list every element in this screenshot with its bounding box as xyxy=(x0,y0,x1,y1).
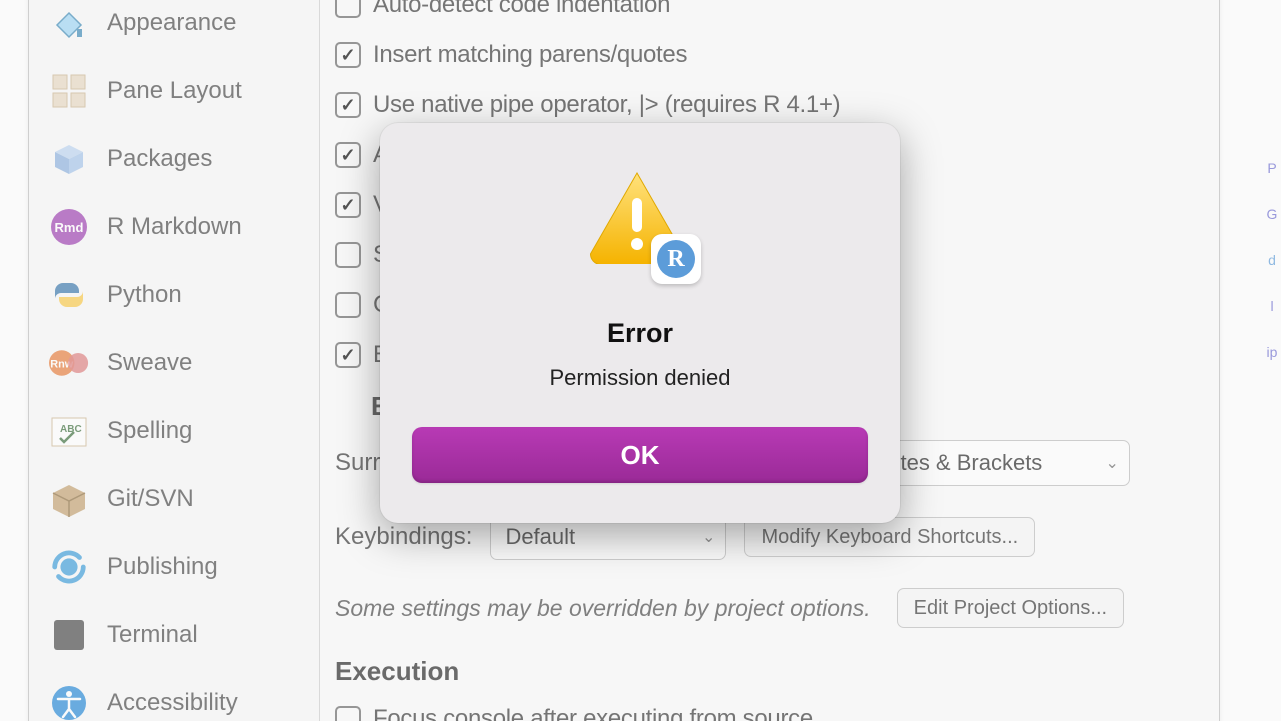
sidebar-item-terminal[interactable]: Terminal xyxy=(29,601,319,669)
sidebar-item-pane-layout[interactable]: Pane Layout xyxy=(29,57,319,125)
checkbox-label: Insert matching parens/quotes xyxy=(373,41,687,69)
pane-layout-icon xyxy=(49,71,89,111)
select-value: Default xyxy=(505,524,575,550)
edit-project-options-button[interactable]: Edit Project Options... xyxy=(897,588,1124,628)
dialog-title: Error xyxy=(607,318,673,349)
rmd-badge-icon: Rmd xyxy=(49,207,89,247)
sidebar-label: Git/SVN xyxy=(107,485,194,513)
options-sidebar: Appearance Pane Layout Packages xyxy=(29,0,320,721)
python-logo-icon xyxy=(49,275,89,315)
git-box-icon xyxy=(49,479,89,519)
error-dialog: R Error Permission denied OK xyxy=(380,123,900,523)
checkbox-row-autodetect-indent[interactable]: Auto-detect code indentation xyxy=(335,0,1204,19)
checkbox-row-focus-console[interactable]: Focus console after executing from sourc… xyxy=(335,705,1204,721)
checkbox-label: Use native pipe operator, |> (requires R… xyxy=(373,91,840,119)
checkbox-icon[interactable] xyxy=(335,706,361,721)
sidebar-label: Pane Layout xyxy=(107,77,242,105)
checkbox-label: Focus console after executing from sourc… xyxy=(373,705,813,721)
override-note: Some settings may be overridden by proje… xyxy=(335,595,871,622)
sidebar-item-python[interactable]: Python xyxy=(29,261,319,329)
publish-sync-icon xyxy=(49,547,89,587)
checkbox-row-insert-matching[interactable]: Insert matching parens/quotes xyxy=(335,41,1204,69)
rstudio-badge-icon: R xyxy=(651,234,701,284)
form-row-override-note: Some settings may be overridden by proje… xyxy=(335,588,1204,628)
button-label: Modify Keyboard Shortcuts... xyxy=(761,526,1018,549)
checkbox-icon[interactable] xyxy=(335,342,361,368)
sidebar-item-accessibility[interactable]: Accessibility xyxy=(29,669,319,721)
chevron-down-icon: ⌄ xyxy=(1105,453,1118,473)
checkbox-icon[interactable] xyxy=(335,292,361,318)
svg-text:Rmd: Rmd xyxy=(55,220,84,235)
sweave-badge-icon: Rnw xyxy=(49,343,89,383)
accessibility-man-icon xyxy=(49,683,89,721)
warning-icon: R xyxy=(585,168,695,278)
sidebar-label: Terminal xyxy=(107,621,198,649)
abc-check-icon: ABC xyxy=(49,411,89,451)
sidebar-item-appearance[interactable]: Appearance xyxy=(29,0,319,57)
sidebar-label: Packages xyxy=(107,145,212,173)
ok-button[interactable]: OK xyxy=(412,427,868,483)
svg-text:ABC: ABC xyxy=(60,424,82,435)
sidebar-label: Python xyxy=(107,281,182,309)
checkbox-row-native-pipe[interactable]: Use native pipe operator, |> (requires R… xyxy=(335,91,1204,119)
sidebar-item-publishing[interactable]: Publishing xyxy=(29,533,319,601)
package-cube-icon xyxy=(49,139,89,179)
checkbox-icon[interactable] xyxy=(335,242,361,268)
sidebar-item-spelling[interactable]: ABC Spelling xyxy=(29,397,319,465)
right-gutter: PGdlip xyxy=(1263,0,1281,721)
sidebar-item-rmarkdown[interactable]: Rmd R Markdown xyxy=(29,193,319,261)
keybindings-label: Keybindings: xyxy=(335,523,472,551)
checkbox-label: Auto-detect code indentation xyxy=(373,0,670,19)
sidebar-label: Sweave xyxy=(107,349,192,377)
sidebar-label: Spelling xyxy=(107,417,192,445)
sidebar-item-gitsvn[interactable]: Git/SVN xyxy=(29,465,319,533)
sidebar-label: Appearance xyxy=(107,9,236,37)
paint-bucket-icon xyxy=(49,3,89,43)
chevron-down-icon: ⌄ xyxy=(702,527,715,547)
left-gutter xyxy=(0,0,18,721)
button-label: Edit Project Options... xyxy=(914,597,1107,620)
sidebar-label: Publishing xyxy=(107,553,218,581)
sidebar-label: R Markdown xyxy=(107,213,242,241)
section-heading-execution: Execution xyxy=(335,656,1204,687)
sidebar-item-packages[interactable]: Packages xyxy=(29,125,319,193)
checkbox-icon[interactable] xyxy=(335,92,361,118)
terminal-square-icon xyxy=(49,615,89,655)
checkbox-icon[interactable] xyxy=(335,142,361,168)
checkbox-icon[interactable] xyxy=(335,192,361,218)
modify-shortcuts-button[interactable]: Modify Keyboard Shortcuts... xyxy=(744,517,1035,557)
sidebar-item-sweave[interactable]: Rnw Sweave xyxy=(29,329,319,397)
sidebar-label: Accessibility xyxy=(107,689,238,717)
button-label: OK xyxy=(621,440,660,470)
viewport: PGdlip Appearance Pane Layout xyxy=(0,0,1281,721)
dialog-message: Permission denied xyxy=(550,365,731,391)
checkbox-icon[interactable] xyxy=(335,0,361,18)
checkbox-icon[interactable] xyxy=(335,42,361,68)
